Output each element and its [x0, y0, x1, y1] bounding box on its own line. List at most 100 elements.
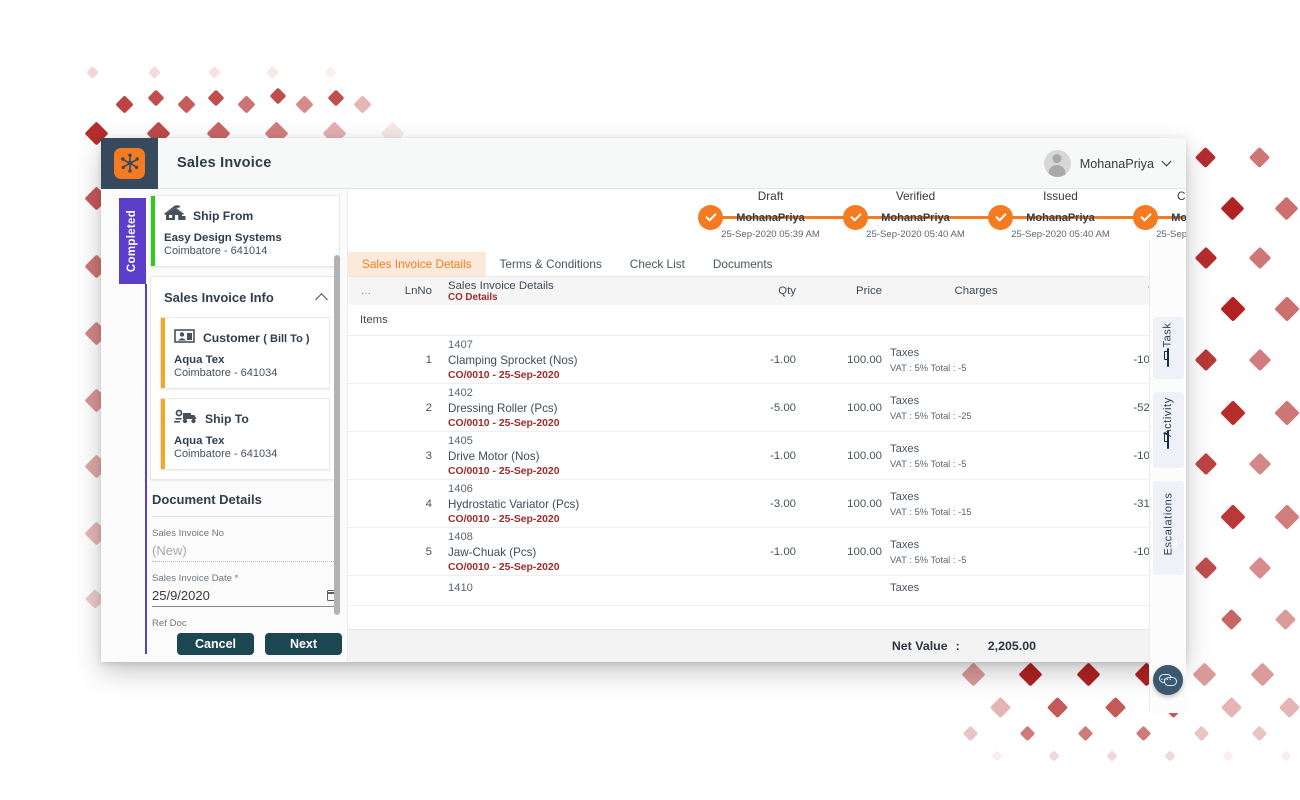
tab-terms-conditions[interactable]: Terms & Conditions	[486, 252, 616, 276]
left-rail-line	[145, 284, 147, 654]
row-item-code: 1407	[448, 338, 473, 351]
ship-from-accent-bar	[151, 196, 155, 266]
row-charges: Taxes VAT : 5% Total : -5	[886, 443, 1066, 469]
table-row[interactable]: 1 1407 Clamping Sprocket (Nos) CO/0010 - 25…	[348, 336, 1186, 384]
diamond-decoration	[1104, 696, 1127, 719]
row-description: 1405 Drive Motor (Nos) CO/0010 - 25-Sep-20…	[436, 435, 708, 477]
items-group-label: Items	[348, 305, 1186, 336]
net-value-colon: :	[955, 639, 960, 653]
row-item-code: 1406	[448, 482, 473, 495]
left-panel-scroll-area[interactable]: Ship From Easy Design Systems Coimbatore…	[150, 195, 340, 655]
status-badge-completed[interactable]: Completed	[119, 198, 146, 284]
diamond-decoration	[1220, 696, 1243, 719]
diamond-decoration	[1194, 556, 1218, 580]
sales-invoice-no-input[interactable]: (New)	[152, 543, 338, 558]
diamond-decoration	[1274, 400, 1300, 426]
sales-invoice-date-label: Sales Invoice Date *	[152, 573, 239, 584]
row-charges: Taxes VAT : 5% Total : -25	[886, 395, 1066, 421]
ship-to-card[interactable]: Ship To Aqua Tex Coimbatore - 641034	[160, 398, 330, 470]
row-charges: Taxes	[886, 582, 1066, 597]
stepper-step-time: 25-Sep-2020 05:39 AM	[721, 229, 820, 240]
sales-invoice-date-input[interactable]: 25/9/2020	[152, 588, 210, 603]
sales-invoice-date-field[interactable]: Sales Invoice Date * 25/9/2020	[152, 573, 338, 607]
table-row[interactable]: 3 1405 Drive Motor (Nos) CO/0010 - 25-Sep-2…	[348, 432, 1186, 480]
diamond-decoration	[1251, 725, 1268, 742]
row-qty: -1.00	[770, 449, 796, 462]
tab-check-list[interactable]: Check List	[616, 252, 699, 276]
stepper-step-issued[interactable]: Issued MohanaPriya 25-Sep-2020 05:40 AM	[988, 189, 1133, 240]
right-rail-tab-task[interactable]: Task	[1152, 317, 1184, 379]
col-header-options[interactable]: ...	[348, 285, 384, 297]
sales-invoice-info-header[interactable]: Sales Invoice Info	[151, 277, 339, 317]
table-row[interactable]: 1410 Taxes	[348, 576, 1186, 606]
row-lnno: 1	[425, 353, 432, 366]
row-charges: Taxes VAT : 5% Total : -5	[886, 347, 1066, 373]
customer-title: Customer	[203, 331, 260, 345]
stepper-step-draft[interactable]: Draft MohanaPriya 25-Sep-2020 05:39 AM	[698, 189, 843, 240]
row-qty: -5.00	[770, 401, 796, 414]
next-button[interactable]: Next	[265, 633, 342, 655]
app-logo-container[interactable]	[101, 137, 158, 189]
row-charge-title: Taxes	[890, 394, 920, 407]
check-icon	[698, 205, 723, 230]
row-qty: -3.00	[770, 497, 796, 510]
row-price: 100.00	[847, 497, 882, 510]
table-row[interactable]: 4 1406 Hydrostatic Variator (Pcs) CO/0010 -…	[348, 480, 1186, 528]
chevron-up-icon[interactable]	[315, 293, 328, 306]
diamond-decoration	[1274, 608, 1297, 631]
diamond-decoration	[1220, 608, 1243, 631]
right-rail-tab-activity[interactable]: Activity	[1152, 392, 1184, 468]
diamond-decoration	[1220, 400, 1246, 426]
row-qty: -1.00	[770, 353, 796, 366]
stepper-step-completed[interactable]: CompletedMohanaPriya25-Sep-2020 05:40 AM	[1133, 189, 1186, 240]
row-description: 1402 Dressing Roller (Pcs) CO/0010 - 25-Se…	[436, 387, 708, 429]
user-menu[interactable]: MohanaPriya	[1043, 138, 1172, 189]
stepper-step-verified[interactable]: Verified MohanaPriya 25-Sep-2020 05:40 AM	[843, 189, 988, 240]
diamond-decoration	[1274, 196, 1299, 221]
diamond-decoration	[1248, 246, 1272, 270]
row-item-name: Drive Motor (Nos)	[448, 449, 540, 463]
cancel-button[interactable]: Cancel	[177, 633, 254, 655]
customer-name: Aqua Tex	[174, 354, 225, 366]
content-tabs: Sales Invoice Details Terms & Conditions C…	[348, 252, 1186, 277]
sales-invoice-date-underline	[152, 606, 338, 607]
window-body: Completed Ship From Easy Design Systems …	[101, 189, 1186, 713]
diamond-decoration	[208, 66, 221, 79]
chevron-down-icon[interactable]	[1161, 156, 1172, 167]
customer-icon	[174, 327, 196, 349]
col-header-charges: Charges	[954, 285, 998, 297]
diamond-decoration	[1048, 750, 1060, 762]
customer-bill-to-card[interactable]: Customer ( Bill To ) Aqua Tex Coimbatore…	[160, 317, 330, 389]
row-item-name: Hydrostatic Variator (Pcs)	[448, 497, 580, 511]
diamond-decoration	[1135, 725, 1152, 742]
diamond-decoration	[1250, 662, 1275, 687]
table-row[interactable]: 2 1402 Dressing Roller (Pcs) CO/0010 - 25-S…	[348, 384, 1186, 432]
row-price: 100.00	[847, 401, 882, 414]
diamond-decoration	[1046, 696, 1069, 719]
diamond-decoration	[1164, 750, 1176, 762]
stepper-step-time: 25-Sep-2020 05:40 AM	[1156, 229, 1186, 240]
row-charge-sub: VAT : 5% Total : -5	[890, 361, 967, 373]
application-window: Sales Invoice MohanaPriya Completed Ship…	[101, 137, 1186, 713]
table-row[interactable]: 5 1408 Jaw-Chuak (Pcs) CO/0010 - 25-Sep-202…	[348, 528, 1186, 576]
diamond-decoration	[1280, 750, 1292, 762]
diamond-decoration	[1248, 556, 1272, 580]
ship-from-location: Coimbatore - 641014	[164, 245, 268, 257]
left-panel-scrollbar[interactable]	[334, 255, 340, 615]
check-icon	[843, 205, 868, 230]
right-rail-tab-escalations[interactable]: Escalations	[1152, 481, 1184, 575]
ship-from-card[interactable]: Ship From Easy Design Systems Coimbatore…	[150, 195, 340, 267]
sales-invoice-no-field[interactable]: Sales Invoice No (New)	[152, 528, 338, 562]
row-charge-sub: VAT : 5% Total : -15	[890, 505, 972, 517]
row-price: 100.00	[847, 545, 882, 558]
tab-sales-invoice-details[interactable]: Sales Invoice Details	[348, 252, 486, 276]
items-table-scroll-area[interactable]: Items 1 1407 Clamping Sprocket (Nos) CO/001…	[348, 305, 1186, 609]
ship-to-name: Aqua Tex	[174, 435, 225, 447]
tab-documents[interactable]: Documents	[699, 252, 787, 276]
diamond-decoration	[324, 66, 337, 79]
chat-bubbles-icon[interactable]: ••••	[1153, 665, 1183, 695]
customer-title-suffix: ( Bill To )	[263, 333, 310, 345]
diamond-decoration	[1194, 452, 1218, 476]
copy-icon	[1167, 430, 1169, 449]
truck-icon	[174, 408, 198, 430]
